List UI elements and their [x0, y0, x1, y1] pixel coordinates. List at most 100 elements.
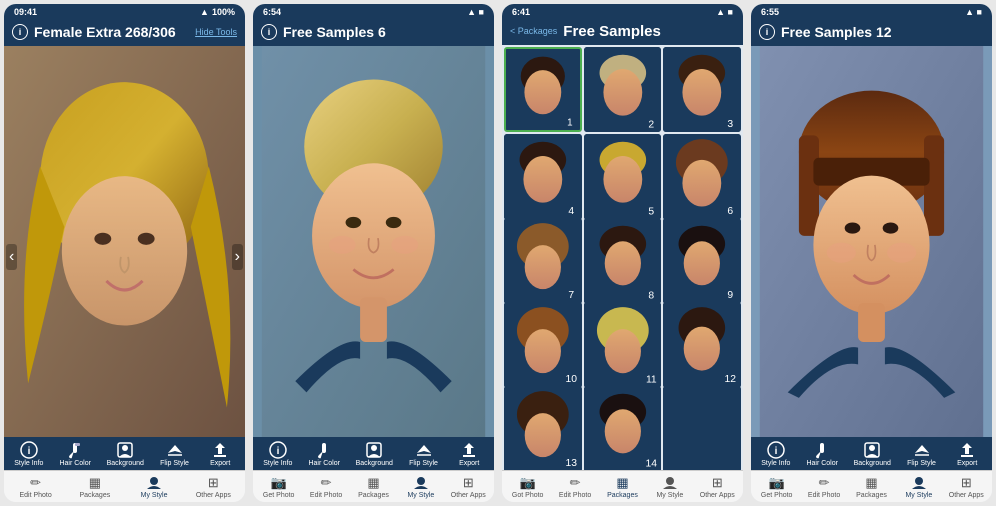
- nav-edit-photo-label: Edit Photo: [19, 492, 51, 499]
- toolbar-background-label: Background: [107, 460, 144, 467]
- hair-thumb-11[interactable]: 11: [584, 302, 662, 387]
- export-toolbar-icon: [209, 441, 231, 459]
- hair-thumb-8[interactable]: 8: [584, 218, 662, 303]
- toolbar-style-info[interactable]: i Style Info: [14, 441, 44, 467]
- svg-text:13: 13: [566, 458, 578, 469]
- toolbar4-background-label: Background: [854, 460, 891, 467]
- hair-thumb-4[interactable]: 4: [504, 134, 582, 219]
- back-button[interactable]: < Packages: [510, 26, 557, 36]
- nav4-packages[interactable]: ▦ Packages: [854, 475, 889, 499]
- nav-other-apps[interactable]: ⊞ Other Apps: [196, 475, 231, 499]
- phone1-svg: [4, 46, 245, 437]
- packages4-icon: ▦: [860, 475, 882, 491]
- hair-thumb-1[interactable]: 1: [504, 47, 582, 132]
- nav3-edit-photo[interactable]: ✏ Edit Photo: [558, 475, 593, 499]
- nav2-my-style[interactable]: My Style: [403, 475, 438, 499]
- svg-text:12: 12: [725, 374, 737, 385]
- hair-thumb-12[interactable]: 12: [663, 302, 741, 387]
- flip4-icon: [911, 441, 933, 459]
- nav2-my-style-label: My Style: [407, 492, 434, 499]
- toolbar-background[interactable]: Background: [107, 441, 144, 467]
- nav2-get-photo-label: Get Photo: [263, 492, 295, 499]
- battery-1: 100%: [212, 7, 235, 17]
- nav4-get-photo[interactable]: 📷 Get Photo: [759, 475, 794, 499]
- toolbar4-style-info[interactable]: i Style Info: [761, 441, 791, 467]
- signal-2: ▲ ■: [467, 7, 484, 17]
- svg-text:1: 1: [567, 117, 572, 128]
- time-4: 6:55: [761, 7, 779, 17]
- camera2-icon: 📷: [268, 475, 290, 491]
- hair-thumb-7[interactable]: 7: [504, 218, 582, 303]
- info4-icon: i: [765, 441, 787, 459]
- nav4-my-style[interactable]: My Style: [901, 475, 936, 499]
- nav-packages[interactable]: ▦ Packages: [77, 475, 112, 499]
- phone4-svg: [751, 46, 992, 437]
- nav2-other-apps[interactable]: ⊞ Other Apps: [451, 475, 486, 499]
- nav4-my-style-label: My Style: [905, 492, 932, 499]
- toolbar2-export[interactable]: Export: [454, 441, 484, 467]
- hair-thumb-5[interactable]: 5: [584, 134, 662, 219]
- right-arrow[interactable]: ›: [232, 244, 243, 270]
- toolbar-export[interactable]: Export: [205, 441, 235, 467]
- toolbar-flip-style-label: Flip Style: [160, 460, 189, 467]
- nav3-get-photo[interactable]: 📷 Got Photo: [510, 475, 545, 499]
- toolbar-flip-style[interactable]: Flip Style: [160, 441, 190, 467]
- nav3-my-style[interactable]: My Style: [652, 475, 687, 499]
- svg-text:6: 6: [728, 207, 734, 218]
- nav4-other-apps[interactable]: ⊞ Other Apps: [949, 475, 984, 499]
- toolbar2-hair-color[interactable]: Hair Color: [308, 441, 340, 467]
- toolbar2-style-info[interactable]: i Style Info: [263, 441, 293, 467]
- hair-thumb-9[interactable]: 9: [663, 218, 741, 303]
- nav-packages-label: Packages: [79, 492, 110, 499]
- status-bar-2: 6:54 ▲ ■: [253, 4, 494, 20]
- svg-text:11: 11: [646, 374, 657, 385]
- toolbar2-flip-style[interactable]: Flip Style: [409, 441, 439, 467]
- toolbar-hair-color[interactable]: Hair Color: [59, 441, 91, 467]
- app-header-2: i Free Samples 6: [253, 20, 494, 46]
- status-right-4: ▲ ■: [965, 7, 982, 17]
- hide-tools-button[interactable]: Hide Tools: [195, 27, 237, 37]
- app-header-1: i Female Extra 268/306 Hide Tools: [4, 20, 245, 46]
- phone2-svg: [253, 46, 494, 437]
- toolbar2-background[interactable]: Background: [356, 441, 393, 467]
- bottom-toolbar-4: i Style Info Hair Color Background Flip …: [751, 437, 992, 470]
- nav4-get-photo-label: Get Photo: [761, 492, 793, 499]
- toolbar4-flip-style[interactable]: Flip Style: [907, 441, 937, 467]
- toolbar4-background[interactable]: Background: [854, 441, 891, 467]
- info-icon-1[interactable]: i: [12, 24, 28, 40]
- nav3-packages[interactable]: ▦ Packages: [605, 475, 640, 499]
- status-bar-1: 09:41 ▲ 100%: [4, 4, 245, 20]
- phone3-title: Free Samples: [563, 23, 661, 40]
- nav2-packages[interactable]: ▦ Packages: [356, 475, 391, 499]
- nav4-edit-photo[interactable]: ✏ Edit Photo: [807, 475, 842, 499]
- nav3-other-apps[interactable]: ⊞ Other Apps: [700, 475, 735, 499]
- hair-thumb-13[interactable]: 13: [504, 386, 582, 470]
- toolbar4-export[interactable]: Export: [952, 441, 982, 467]
- toolbar4-hair-color[interactable]: Hair Color: [806, 441, 838, 467]
- edit4-icon: ✏: [813, 475, 835, 491]
- toolbar2-export-label: Export: [459, 460, 479, 467]
- nav-edit-photo[interactable]: ✏ Edit Photo: [18, 475, 53, 499]
- info-icon-4[interactable]: i: [759, 24, 775, 40]
- left-arrow[interactable]: ‹: [6, 244, 17, 270]
- toolbar-hair-color-label: Hair Color: [59, 460, 91, 467]
- hair-thumb-3[interactable]: 3: [663, 47, 741, 132]
- nav2-edit-photo[interactable]: ✏ Edit Photo: [309, 475, 344, 499]
- info-icon-2[interactable]: i: [261, 24, 277, 40]
- nav-my-style-label: My Style: [141, 492, 168, 499]
- nav3-my-style-label: My Style: [656, 492, 683, 499]
- hair-thumb-2[interactable]: 2: [584, 47, 662, 132]
- toolbar2-flip-label: Flip Style: [409, 460, 438, 467]
- hair-thumb-14[interactable]: 14: [584, 386, 662, 470]
- other-apps-icon: ⊞: [202, 475, 224, 491]
- phone-1: 09:41 ▲ 100% i Female Extra 268/306 Hide…: [4, 4, 245, 502]
- nav3-edit-photo-label: Edit Photo: [559, 492, 591, 499]
- svg-text:i: i: [276, 446, 279, 457]
- nav-my-style[interactable]: My Style: [137, 475, 172, 499]
- apps3-icon: ⊞: [706, 475, 728, 491]
- nav2-get-photo[interactable]: 📷 Get Photo: [261, 475, 296, 499]
- portrait2-icon: [363, 441, 385, 459]
- hair-thumb-10[interactable]: 10: [504, 302, 582, 387]
- hair-thumb-15[interactable]: [663, 386, 741, 470]
- hair-thumb-6[interactable]: 6: [663, 134, 741, 219]
